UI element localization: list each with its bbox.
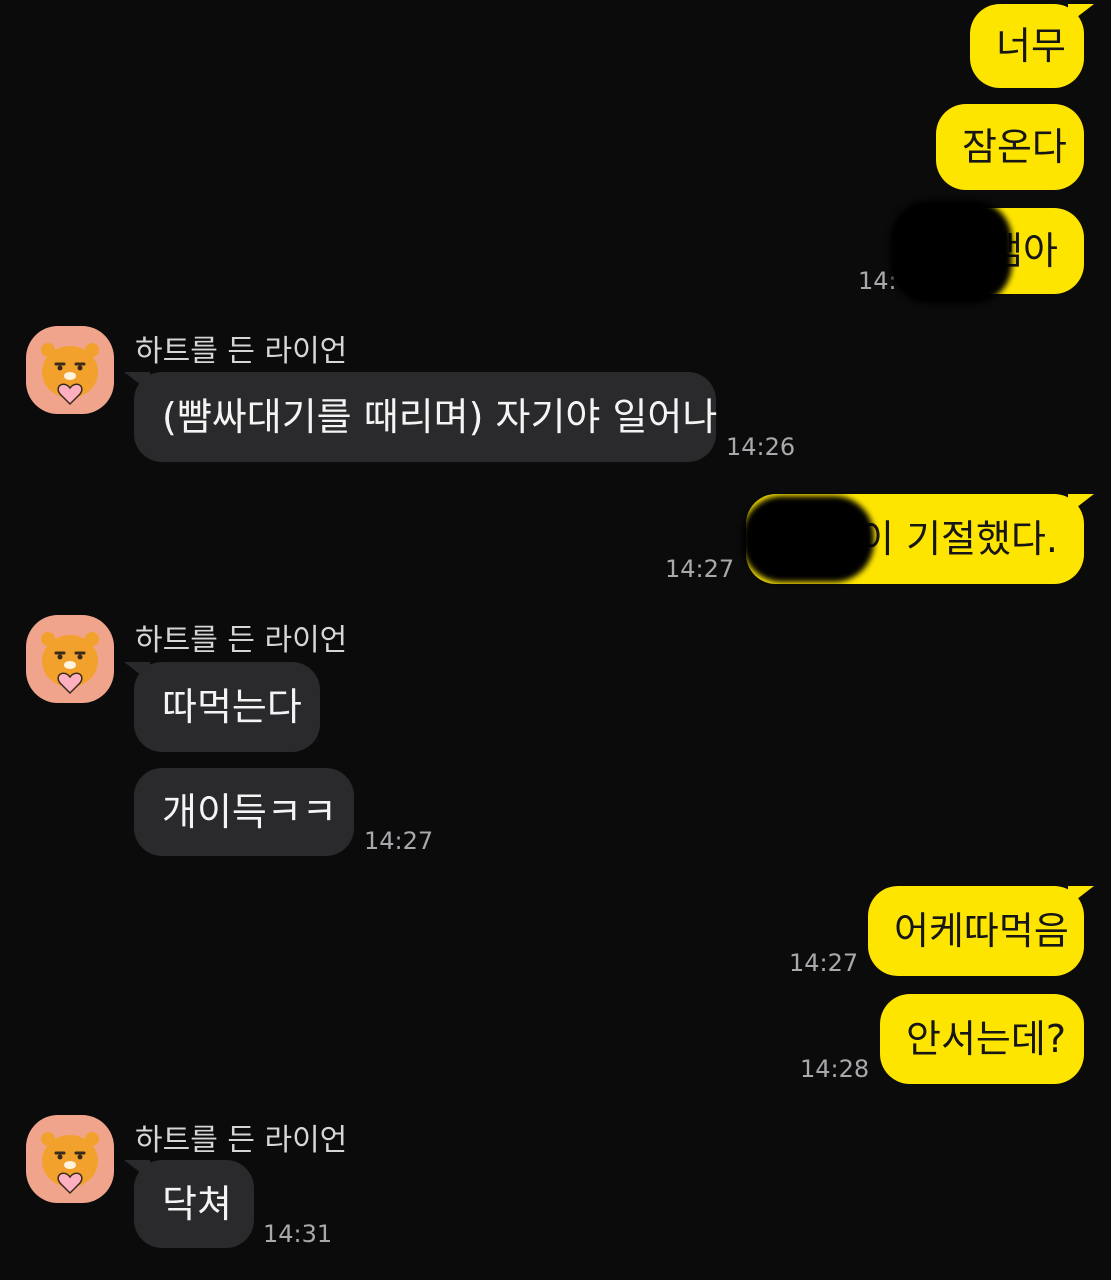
message-text: (뺨싸대기를 때리며) 자기야 일어나 [162, 395, 718, 439]
message-text: 어케따먹음 [894, 909, 1069, 953]
message-time: 14:27 [789, 949, 859, 977]
my-message-bubble[interactable]: 잠온다 [936, 104, 1084, 190]
message-time: 14:26 [726, 433, 796, 461]
avatar[interactable] [26, 326, 114, 414]
message-text: 너무 [996, 24, 1066, 68]
message-time: 14:27 [364, 827, 434, 855]
my-message-bubble[interactable]: 안서는데? [880, 994, 1084, 1084]
message-time: 14:31 [263, 1220, 333, 1248]
ryan-holding-heart-icon [41, 1132, 99, 1195]
message-text: 개이득ㅋㅋ [162, 790, 337, 834]
message-time: 14:28 [800, 1055, 870, 1083]
avatar[interactable] [26, 1115, 114, 1203]
received-message-bubble[interactable]: 닥쳐 [124, 1160, 254, 1248]
message-text: 안서는데? [906, 1017, 1067, 1061]
my-message-bubble[interactable]: 너무 [970, 4, 1094, 88]
message-text: 이 기절했다. [859, 517, 1058, 561]
redaction-mark [890, 200, 1012, 304]
received-message-bubble[interactable]: 따먹는다 [124, 662, 320, 752]
sender-name: 하트를 든 라이언 [135, 1123, 348, 1158]
avatar[interactable] [26, 615, 114, 703]
sender-name: 하트를 든 라이언 [135, 334, 348, 369]
received-message-bubble[interactable]: (뺨싸대기를 때리며) 자기야 일어나 [124, 372, 718, 462]
message-text: 닥쳐 [162, 1182, 232, 1226]
ryan-holding-heart-icon [41, 632, 99, 695]
message-time: 14:27 [665, 555, 735, 583]
my-message-bubble[interactable]: 어케따먹음 [868, 886, 1094, 976]
sender-name: 하트를 든 라이언 [135, 623, 348, 658]
redaction-mark [742, 496, 874, 582]
received-message-bubble[interactable]: 개이득ㅋㅋ [134, 768, 354, 856]
message-text: 따먹는다 [162, 685, 302, 729]
ryan-holding-heart-icon [41, 343, 99, 406]
message-text: 잠온다 [962, 125, 1067, 169]
